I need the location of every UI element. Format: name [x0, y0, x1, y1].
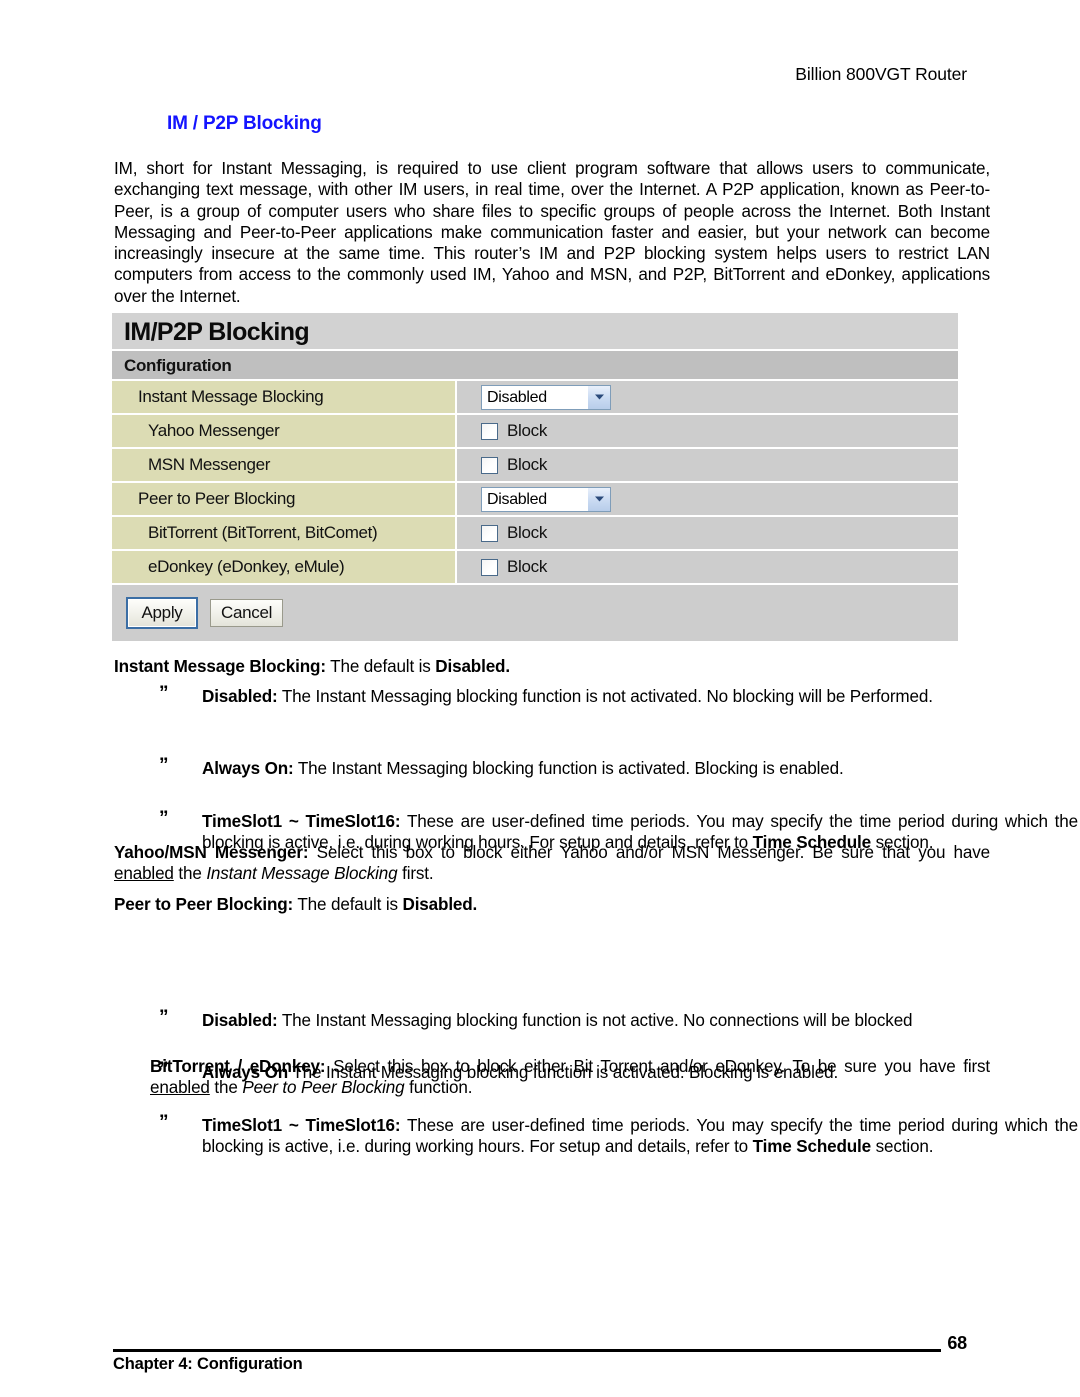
bullet-text: The Instant Messaging blocking function … [293, 759, 844, 779]
row-label-edonkey: eDonkey (eDonkey, eMule) [112, 551, 455, 583]
row-field: Block [455, 449, 958, 481]
row-label-peer-to-peer-blocking: Peer to Peer Blocking [112, 483, 455, 515]
instant-message-blocking-select[interactable]: Disabled [481, 384, 611, 410]
page-number: 68 [947, 1333, 967, 1353]
footer-divider [113, 1349, 941, 1352]
bullet-term: TimeSlot1 ~ TimeSlot16: [202, 1115, 401, 1135]
row-label-bittorrent: BitTorrent (BitTorrent, BitComet) [112, 517, 455, 549]
yahoo-messenger-block-checkbox[interactable]: Block [481, 421, 547, 441]
edonkey-block-checkbox[interactable]: Block [481, 557, 547, 577]
row-field: Block [455, 551, 958, 583]
document-page: Billion 800VGT Router IM / P2P Blocking … [0, 0, 1080, 1397]
table-row: Instant Message Blocking Disabled [112, 381, 958, 415]
bittorrent-edonkey-lead: BitTorrent / eDonkey: [150, 1057, 326, 1076]
list-item: ” TimeSlot1 ~ TimeSlot16: These are user… [139, 1111, 1078, 1158]
bittorrent-edonkey-part2: the [209, 1078, 243, 1098]
bullet-mark-icon: ” [159, 1111, 169, 1133]
bullet-mark-icon: ” [159, 755, 169, 777]
panel-title: IM/P2P Blocking [112, 313, 958, 351]
checkbox-box-icon[interactable] [481, 456, 498, 474]
yahoo-messenger-block-label: Block [507, 421, 548, 440]
running-header: Billion 800VGT Router [795, 64, 967, 84]
row-field: Disabled [455, 381, 958, 413]
checkbox-box-icon[interactable] [481, 558, 498, 576]
chevron-down-icon[interactable] [587, 385, 610, 409]
yahoo-msn-underlined: enabled [114, 864, 174, 884]
list-item: ” Always On: The Instant Messaging block… [139, 755, 1078, 779]
p2p-blocking-default-line: Peer to Peer Blocking: The default is Di… [114, 894, 990, 915]
peer-to-peer-blocking-value: Disabled [487, 490, 547, 508]
intro-paragraph: IM, short for Instant Messaging, is requ… [114, 159, 990, 306]
yahoo-msn-lead: Yahoo/MSN Messenger: [114, 843, 309, 862]
bittorrent-edonkey-paragraph: BitTorrent / eDonkey: Select this box to… [150, 1056, 990, 1099]
panel-subtitle-configuration: Configuration [112, 351, 958, 381]
table-row: MSN Messenger Block [112, 449, 958, 483]
im-blocking-lead: Instant Message Blocking: [114, 657, 326, 676]
row-field: Block [455, 517, 958, 549]
bullet-mark-icon: ” [159, 807, 169, 829]
bullet-mark-icon: ” [159, 683, 169, 704]
row-field: Block [455, 415, 958, 447]
page-title: IM / P2P Blocking [167, 113, 322, 134]
im-p2p-blocking-panel: IM/P2P Blocking Configuration Instant Me… [112, 313, 958, 641]
im-blocking-default-value: Disabled. [435, 657, 510, 676]
bittorrent-block-checkbox[interactable]: Block [481, 523, 547, 543]
row-label-msn-messenger: MSN Messenger [112, 449, 455, 481]
p2p-blocking-lead: Peer to Peer Blocking: [114, 895, 294, 914]
peer-to-peer-blocking-select[interactable]: Disabled [481, 486, 611, 512]
cancel-button[interactable]: Cancel [210, 599, 284, 627]
apply-button[interactable]: Apply [126, 597, 198, 629]
bullet-term: Disabled: [202, 687, 278, 706]
table-row: eDonkey (eDonkey, eMule) Block [112, 551, 958, 585]
bittorrent-edonkey-italic-ref: Peer to Peer Blocking [242, 1078, 405, 1098]
checkbox-box-icon[interactable] [481, 524, 498, 542]
checkbox-box-icon[interactable] [481, 422, 498, 440]
yahoo-msn-part3: first. [397, 864, 434, 884]
bullet-mark-icon: ” [159, 1007, 169, 1029]
list-item: ” Disabled: The Instant Messaging blocki… [139, 1007, 1078, 1031]
bittorrent-edonkey-underlined: enabled [150, 1078, 210, 1098]
bittorrent-edonkey-part3: function. [404, 1078, 473, 1098]
bullet-text-after: section. [871, 1137, 934, 1157]
msn-messenger-block-checkbox[interactable]: Block [481, 455, 547, 475]
row-field: Disabled [455, 483, 958, 515]
yahoo-msn-italic-ref: Instant Message Blocking [206, 864, 398, 884]
bullet-term: Always On: [202, 759, 294, 779]
list-item: ” Disabled: The Instant Messaging blocki… [139, 683, 1078, 707]
im-blocking-default-line: Instant Message Blocking: The default is… [114, 656, 990, 677]
row-label-instant-message-blocking: Instant Message Blocking [112, 381, 455, 413]
table-row: Yahoo Messenger Block [112, 415, 958, 449]
bittorrent-edonkey-part1: Select this box to block either Bit Torr… [325, 1057, 991, 1076]
chevron-down-icon[interactable] [587, 487, 610, 511]
footer-chapter-label: Chapter 4: Configuration [113, 1355, 303, 1373]
yahoo-msn-part1: Select this box to block either Yahoo an… [308, 843, 991, 862]
p2p-blocking-default-value: Disabled. [402, 895, 478, 914]
table-row: Peer to Peer Blocking Disabled [112, 483, 958, 517]
edonkey-block-label: Block [507, 557, 548, 576]
table-row: BitTorrent (BitTorrent, BitComet) Block [112, 517, 958, 551]
bullet-term: Disabled: [202, 1011, 278, 1031]
msn-messenger-block-label: Block [507, 455, 548, 474]
bullet-ref: Time Schedule [752, 1137, 872, 1157]
bittorrent-block-label: Block [507, 523, 548, 542]
bullet-text: The Instant Messaging blocking function … [277, 687, 933, 706]
im-blocking-rest: The default is [325, 657, 436, 676]
row-label-yahoo-messenger: Yahoo Messenger [112, 415, 455, 447]
bullet-text: The Instant Messaging blocking function … [277, 1011, 913, 1031]
yahoo-msn-part2: the [173, 864, 207, 884]
yahoo-msn-messenger-paragraph: Yahoo/MSN Messenger: Select this box to … [114, 842, 990, 885]
instant-message-blocking-value: Disabled [487, 388, 547, 406]
p2p-blocking-rest: The default is [293, 895, 403, 914]
bullet-term: TimeSlot1 ~ TimeSlot16: [202, 811, 401, 831]
panel-button-bar: Apply Cancel [112, 585, 958, 641]
